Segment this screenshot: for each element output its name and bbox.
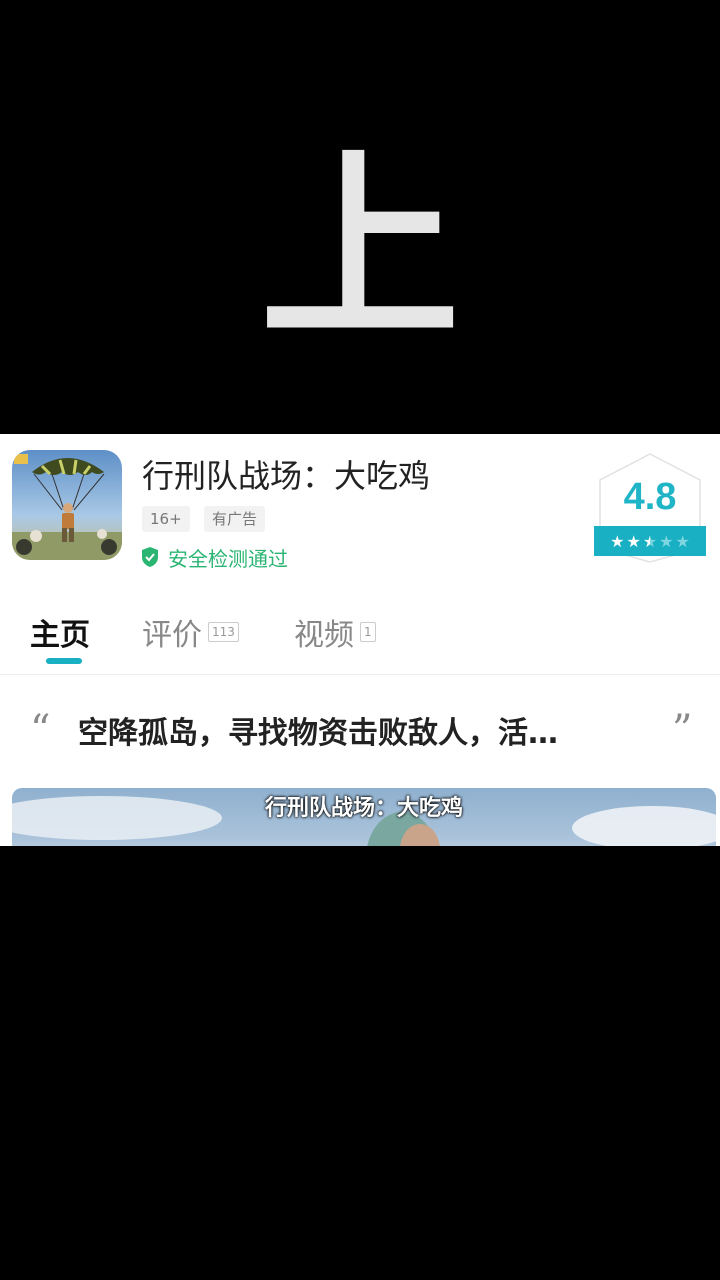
app-info-card: 行刑队战场：大吃鸡 16+ 有广告 安全检测通过 4.8 ★ ★ ★ ★ ★ 主… [0, 434, 720, 846]
tab-reviews[interactable]: 评价 113 [142, 610, 239, 654]
divider [0, 674, 720, 675]
quote-close-mark: ” [672, 707, 693, 753]
video-caption: 行刑队战场：大吃鸡 [264, 796, 463, 821]
quote-open-mark: “ [30, 707, 51, 753]
app-title: 行刑队战场：大吃鸡 [142, 457, 431, 495]
rating-stars: ★ ★ ★ ★ ★ [594, 526, 706, 556]
star-half-icon: ★ [642, 531, 658, 551]
safety-check-text: 安全检测通过 [168, 546, 288, 571]
tab-videos-label: 视频 [294, 618, 354, 653]
parachute-soldier-icon [12, 450, 122, 560]
star-full-icon: ★ [626, 531, 641, 551]
ads-tag: 有广告 [204, 506, 266, 532]
overlay-big-character: 上 [259, 133, 460, 366]
safety-check-row: 安全检测通过 [140, 542, 288, 572]
age-rating-tag: 16+ [142, 506, 190, 532]
app-icon[interactable] [12, 450, 122, 560]
detail-tabs: 主页 评价 113 视频 1 [0, 602, 720, 664]
star-empty-icon: ★ [659, 531, 674, 551]
tab-reviews-label: 评价 [142, 618, 202, 653]
rating-badge[interactable]: 4.8 ★ ★ ★ ★ ★ [592, 452, 708, 564]
tab-home-label: 主页 [30, 618, 90, 653]
rating-value: 4.8 [623, 476, 677, 518]
tab-videos-count: 1 [360, 622, 376, 642]
star-full-icon: ★ [610, 531, 625, 551]
quote-text: 空降孤岛，寻找物资击败敌人，活… [78, 716, 558, 751]
star-empty-icon: ★ [675, 531, 690, 551]
tab-videos[interactable]: 视频 1 [294, 610, 376, 654]
tab-reviews-count: 113 [208, 622, 239, 642]
tab-home[interactable]: 主页 [30, 610, 90, 654]
video-preview[interactable]: 行刑队战场：大吃鸡 [12, 788, 716, 846]
top-overlay-area: 上 [0, 0, 720, 434]
app-description-quote[interactable]: “ 空降孤岛，寻找物资击败敌人，活… ” [0, 710, 720, 760]
shield-check-icon [142, 547, 158, 567]
active-tab-indicator [46, 658, 82, 664]
bottom-overlay-area [0, 846, 720, 1280]
